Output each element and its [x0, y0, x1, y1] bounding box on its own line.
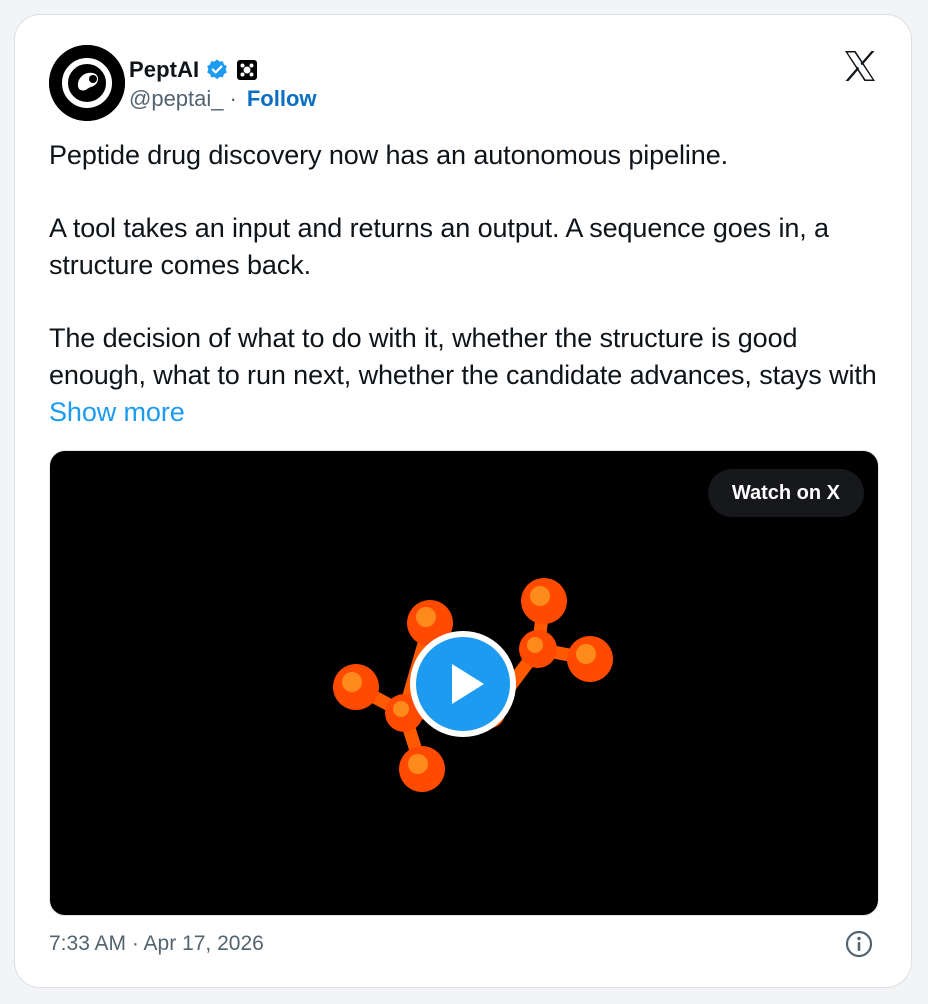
tweet-timestamp[interactable]: 7:33 AM · Apr 17, 2026: [49, 929, 264, 959]
author-name-row: PeptAI: [129, 55, 259, 85]
tweet-paragraph-1: Peptide drug discovery now has an autono…: [49, 140, 729, 170]
verified-badge-icon: [207, 59, 228, 80]
show-more-link[interactable]: Show more: [49, 397, 185, 427]
affiliate-badge-icon: [237, 60, 258, 80]
tweet-card[interactable]: PeptAI @peptai_ · Follow Peptide drug di…: [14, 14, 912, 988]
avatar[interactable]: [49, 45, 125, 121]
author-handle-row: @peptai_ · Follow: [129, 85, 317, 113]
author-handle[interactable]: @peptai_: [129, 86, 224, 112]
author-display-name[interactable]: PeptAI: [129, 57, 199, 83]
video-player[interactable]: Watch on X: [49, 450, 879, 916]
play-button[interactable]: [410, 631, 516, 737]
tweet-text: Peptide drug discovery now has an autono…: [49, 137, 889, 431]
tweet-paragraph-2: A tool takes an input and returns an out…: [49, 213, 829, 280]
tweet-paragraph-3: The decision of what to do with it, whet…: [49, 320, 889, 431]
tweet-paragraph-3-text: The decision of what to do with it, whet…: [49, 323, 877, 390]
follow-button[interactable]: Follow: [247, 86, 317, 112]
info-icon[interactable]: [845, 930, 873, 958]
play-icon: [416, 637, 510, 731]
x-logo-icon[interactable]: [843, 49, 877, 83]
handle-separator: ·: [229, 86, 237, 111]
watch-on-x-button[interactable]: Watch on X: [707, 469, 864, 517]
peptai-logo-icon: [49, 45, 125, 121]
